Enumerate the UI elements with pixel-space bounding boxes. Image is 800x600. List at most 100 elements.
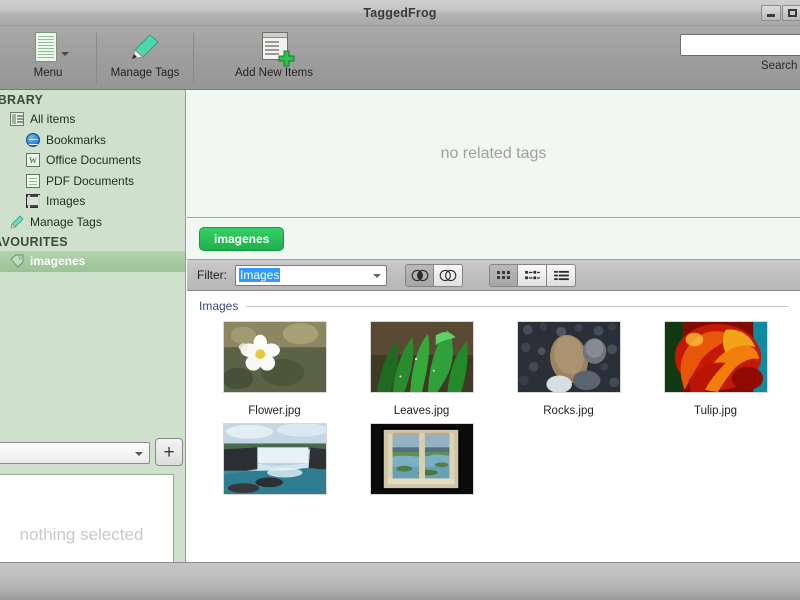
tag-picker-combo[interactable] [0,442,150,464]
filter-combo[interactable]: Images [235,264,387,286]
minimize-icon [767,14,775,17]
match-all-button[interactable] [405,263,434,287]
thumbnail-box [222,321,327,393]
add-tag-button[interactable]: + [155,438,183,466]
menu-button-label: Menu [33,67,63,79]
search-input[interactable] [680,34,800,56]
group-title: Images [199,299,239,313]
thumbnail-grid: Flower.jpg Leaves.jpg Rocks.jpg Tulip.jp… [187,315,800,513]
sidebar-item-label: Images [46,194,86,209]
match-any-button[interactable] [434,263,463,287]
sidebar-item-images[interactable]: Images [0,191,185,212]
sidebar-item-label: All items [30,112,76,127]
view-thumbnails-button[interactable] [489,263,518,287]
item-caption: Tulip.jpg [693,405,738,417]
thumbnail-box [222,423,327,495]
menu-button[interactable]: Menu [0,26,96,90]
thumbnail-box [369,321,474,393]
sidebar-favourites-heading: FAVOURITES [0,235,68,249]
sidebar-item-bookmarks[interactable]: Bookmarks [0,130,185,151]
sidebar-tree: LIBRARY All items Bookmarks W Office Doc… [0,90,185,430]
thumbnail-image [222,423,327,495]
item-caption: Rocks.jpg [543,405,594,417]
item-caption: Flower.jpg [248,405,301,417]
sidebar-item-label: Bookmarks [46,132,107,147]
sidebar-item-label: imagenes [30,254,86,269]
manage-tags-button-label: Manage Tags [110,67,180,79]
filter-value: Images [239,268,281,282]
items-panel[interactable]: Images Flower.jpg Leaves.jpg Rocks.jpg T… [187,291,800,562]
add-new-items-button-label: Add New Items [235,67,313,79]
thumbnail-box [663,321,768,393]
thumbnail-box [369,423,474,495]
main-toolbar: Menu Manage Tags Add New Items Search [0,26,800,90]
word-document-icon: W [26,153,40,168]
thumbnail-image [222,321,327,393]
grid-item[interactable]: Flower.jpg [201,321,348,417]
maximize-button[interactable] [782,5,800,21]
preview-panel: nothing selected [0,474,174,562]
view-mode-buttons [489,263,576,287]
thumbnail-image [369,321,474,393]
tag-chip-imagenes[interactable]: imagenes [199,227,285,251]
sidebar-library-heading: LIBRARY [0,93,44,107]
pencil-icon [10,215,24,229]
view-details-button[interactable] [518,263,547,287]
preview-empty-text: nothing selected [19,525,144,544]
minimize-button[interactable] [761,5,781,21]
manage-tags-icon [128,30,162,64]
filter-bar: Filter: Images [187,260,800,291]
grid-item[interactable] [348,423,495,507]
all-items-icon [10,112,24,127]
filter-label: Filter: [197,268,227,282]
window-controls [761,5,800,21]
left-sidebar: LIBRARY All items Bookmarks W Office Doc… [0,90,186,562]
maximize-icon [787,9,797,17]
pdf-document-icon [26,173,40,188]
related-tags-panel: no related tags [187,90,800,218]
menu-icon [31,30,69,64]
chevron-down-icon [373,273,381,278]
grid-view-icon [497,271,510,279]
globe-icon [26,132,40,147]
sidebar-item-label: Manage Tags [30,214,102,229]
taggedfrog-window: TaggedFrog Menu Manage Tags Add New Item… [0,0,800,600]
details-view-icon [524,270,540,279]
grid-item[interactable]: Rocks.jpg [495,321,642,417]
film-strip-icon [26,194,41,210]
group-rule [246,305,788,307]
plus-badge-icon [278,50,295,67]
sidebar-item-imagenes[interactable]: imagenes [0,251,185,272]
status-bar [0,562,800,600]
thumbnail-image [516,321,621,393]
grid-item[interactable]: Tulip.jpg [642,321,789,417]
venn-and-icon [411,269,428,281]
add-new-items-button[interactable]: Add New Items [194,26,354,90]
thumbnail-image [663,321,768,393]
menu-sheet-icon [35,32,57,62]
manage-tags-button[interactable]: Manage Tags [97,26,193,90]
selected-tags-bar: imagenes [187,219,800,260]
main-content: no related tags imagenes Filter: Images [187,90,800,562]
grid-item[interactable] [201,423,348,507]
venn-or-icon [439,269,457,281]
title-bar: TaggedFrog [0,0,800,26]
grid-item[interactable]: Leaves.jpg [348,321,495,417]
sidebar-item-manage-tags[interactable]: Manage Tags [0,212,185,233]
tag-icon [10,254,24,268]
window-title: TaggedFrog [363,5,437,20]
thumbnail-image [369,423,474,495]
item-caption: Leaves.jpg [393,405,450,417]
search-caption: Search for tags [761,60,800,72]
thumbnail-box [516,321,621,393]
group-header: Images [187,291,800,315]
tag-picker-row: + [0,430,185,474]
sidebar-item-pdf-documents[interactable]: PDF Documents [0,171,185,192]
sidebar-item-all-items[interactable]: All items [0,109,185,130]
pencil-icon [131,34,159,60]
sidebar-item-label: PDF Documents [46,173,135,188]
related-tags-empty-text: no related tags [440,144,547,162]
view-list-button[interactable] [547,263,576,287]
sidebar-item-office-documents[interactable]: W Office Documents [0,150,185,171]
chevron-down-icon [135,452,143,456]
